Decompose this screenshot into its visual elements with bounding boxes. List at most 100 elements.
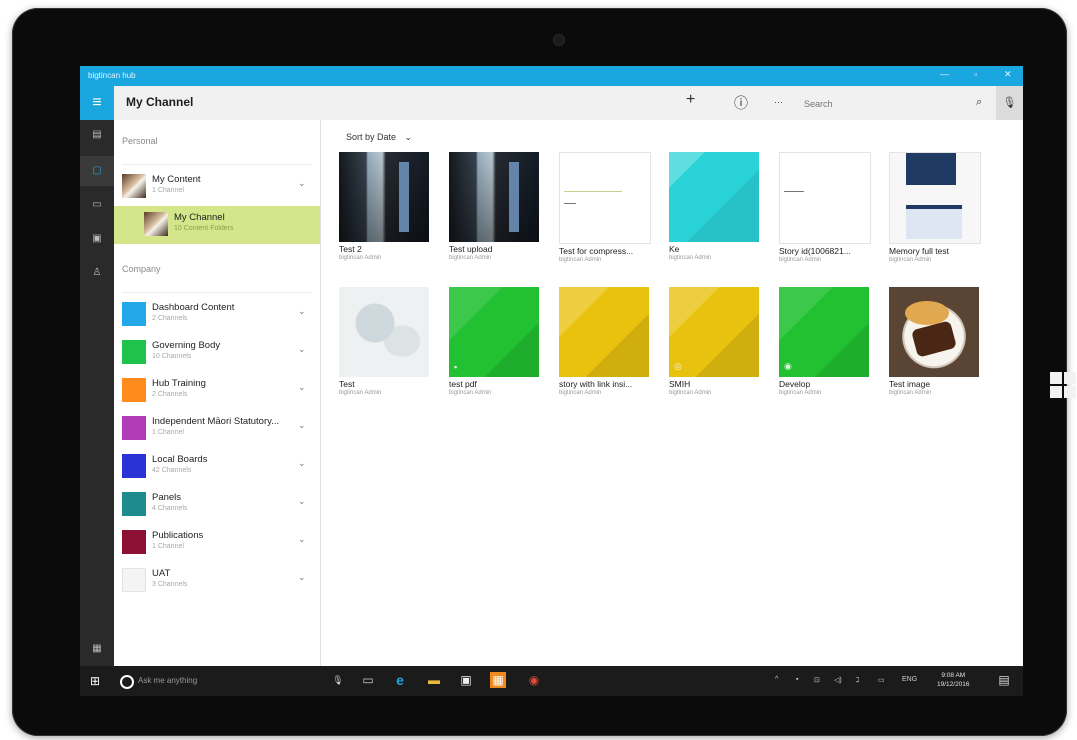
tile-author: bigtincan Admin (559, 257, 602, 263)
tile-name: test pdf (449, 379, 477, 389)
close-button[interactable]: ✕ (1004, 69, 1012, 80)
search-icon[interactable]: ⌕ (976, 96, 982, 109)
notification-icon[interactable]: ▤ (996, 672, 1012, 688)
chevron-down-icon[interactable]: ⌄ (298, 496, 306, 507)
language-indicator[interactable]: ENG (902, 676, 917, 683)
item-sub: 42 Channels (152, 467, 192, 474)
item-sub: 4 Channels (152, 505, 188, 512)
keyboard-icon[interactable]: ▭ (878, 676, 885, 684)
maximize-button[interactable]: ▫ (974, 69, 977, 79)
tile-name: Test for compress... (559, 246, 634, 256)
title-bar: bigtincan hub — ▫ ✕ (80, 66, 1023, 86)
chevron-down-icon[interactable]: ⌄ (298, 306, 306, 317)
item-sub: 10 Channels (152, 353, 192, 360)
rail-profile-icon[interactable]: ♙ (80, 258, 114, 288)
tile-name: Develop (779, 379, 811, 389)
mic-icon[interactable]: 🎙 (330, 672, 346, 688)
content-tile[interactable]: ◉ Develop bigtincan Admin (779, 287, 871, 396)
company-item-uat[interactable]: UAT 3 Channels ⌄ (114, 562, 320, 600)
more-icon[interactable]: ··· (774, 97, 783, 107)
doc-header-block (906, 153, 956, 185)
mic-icon[interactable]: 🎙 (996, 86, 1023, 120)
camera (553, 34, 565, 46)
search-input[interactable] (802, 93, 986, 115)
chevron-down-icon[interactable]: ⌄ (298, 382, 306, 393)
tile-author: bigtincan Admin (669, 255, 712, 261)
chrome-icon[interactable]: ◉ (526, 672, 542, 688)
content-tile[interactable]: Test image bigtincan Admin (889, 287, 981, 396)
tile-name: Test (339, 379, 355, 389)
chevron-down-icon[interactable]: ⌄ (298, 458, 306, 469)
sort-dropdown[interactable]: Sort by Date ⌄ (346, 132, 412, 143)
tray-app-icon[interactable]: ▪ (796, 676, 798, 683)
company-item-hub-training[interactable]: Hub Training 2 Channels ⌄ (114, 372, 320, 410)
content-tile[interactable]: Memory full test bigtincan Admin (889, 152, 981, 263)
bigtincan-hub-icon[interactable]: ▦ (490, 672, 506, 688)
chevron-down-icon: ⌄ (404, 132, 413, 142)
chevron-down-icon[interactable]: ⌄ (298, 420, 306, 431)
rail-content-icon[interactable]: ▢ (80, 156, 114, 186)
side-panel: Personal My Content 1 Channel ⌄ My Chann… (114, 120, 321, 666)
rail-calendar-icon[interactable]: ▣ (80, 224, 114, 254)
chevron-down-icon[interactable]: ⌄ (298, 572, 306, 583)
tile-thumbnail (339, 152, 429, 242)
view-icon: ◉ (784, 361, 792, 371)
item-sub: 1 Channel (152, 187, 184, 194)
start-icon[interactable]: ⊞ (90, 674, 100, 688)
cortana-search[interactable]: Ask me anything (120, 672, 320, 690)
content-tile[interactable]: Story id(1006821... bigtincan Admin (779, 152, 871, 263)
clock[interactable]: 9:08 AM 19/12/2016 (937, 671, 970, 689)
task-view-icon[interactable]: ▭ (360, 672, 376, 688)
rail-chat-icon[interactable]: ▭ (80, 190, 114, 220)
doc-body-block (906, 205, 962, 239)
tile-thumbnail: ▪ (449, 287, 539, 377)
company-item-dashboard-content[interactable]: Dashboard Content 2 Channels ⌄ (114, 296, 320, 334)
tile-thumbnail: ◉ (779, 287, 869, 377)
add-icon[interactable]: + (686, 91, 695, 109)
company-item-panels[interactable]: Panels 4 Channels ⌄ (114, 486, 320, 524)
tile-thumbnail (559, 287, 649, 377)
rail-settings-icon[interactable]: ▦ (80, 634, 114, 664)
content-tile[interactable]: Test bigtincan Admin (339, 287, 431, 396)
company-item-publications[interactable]: Publications 1 Channel ⌄ (114, 524, 320, 562)
my-content-item[interactable]: My Content 1 Channel ⌄ (114, 168, 320, 206)
chevron-down-icon[interactable]: ⌄ (298, 534, 306, 545)
tile-author: bigtincan Admin (339, 390, 382, 396)
my-content-thumbnail (122, 174, 146, 198)
tray-expand-icon[interactable]: ^ (775, 676, 778, 683)
tile-thumbnail (779, 152, 871, 244)
item-name: Panels (152, 492, 182, 503)
company-item-governing-body[interactable]: Governing Body 10 Channels ⌄ (114, 334, 320, 372)
content-tile[interactable]: Test for compress... bigtincan Admin (559, 152, 651, 263)
rail-home-icon[interactable]: ▤ (80, 120, 114, 150)
network-icon[interactable]: ⊡ (814, 676, 820, 684)
personal-section-label: Personal (122, 136, 158, 146)
color-swatch (122, 416, 146, 440)
company-item-local-boards[interactable]: Local Boards 42 Channels ⌄ (114, 448, 320, 486)
my-channel-item[interactable]: My Channel 10 Content Folders (114, 206, 320, 244)
tile-author: bigtincan Admin (449, 390, 492, 396)
item-sub: 3 Channels (152, 581, 188, 588)
hamburger-menu-icon[interactable]: ≡ (80, 86, 114, 120)
tile-author: bigtincan Admin (779, 390, 822, 396)
company-item-independent-maori[interactable]: Independent Māori Statutory... 1 Channel… (114, 410, 320, 448)
content-tile[interactable]: Test upload bigtincan Admin (449, 152, 541, 261)
content-tile[interactable]: Test 2 bigtincan Admin (339, 152, 431, 261)
volume-icon[interactable]: ◁) (834, 676, 842, 684)
chevron-down-icon[interactable]: ⌄ (298, 178, 306, 189)
tile-author: bigtincan Admin (779, 257, 822, 263)
minimize-button[interactable]: — (940, 69, 949, 79)
item-name: My Channel (174, 212, 225, 223)
chevron-down-icon[interactable]: ⌄ (298, 344, 306, 355)
content-tile[interactable]: ◎ SMIH bigtincan Admin (669, 287, 761, 396)
content-tile[interactable]: Ke bigtincan Admin (669, 152, 761, 261)
windows-button-icon[interactable] (1050, 372, 1076, 398)
file-explorer-icon[interactable]: ▬ (426, 672, 442, 688)
item-sub: 10 Content Folders (174, 225, 234, 232)
pen-icon[interactable]: ℷ (856, 676, 859, 684)
edge-icon[interactable]: e (392, 672, 408, 688)
content-tile[interactable]: story with link insi... bigtincan Admin (559, 287, 651, 396)
info-icon[interactable]: ⓘ (734, 93, 748, 113)
store-icon[interactable]: ▣ (458, 672, 474, 688)
content-tile[interactable]: ▪ test pdf bigtincan Admin (449, 287, 541, 396)
